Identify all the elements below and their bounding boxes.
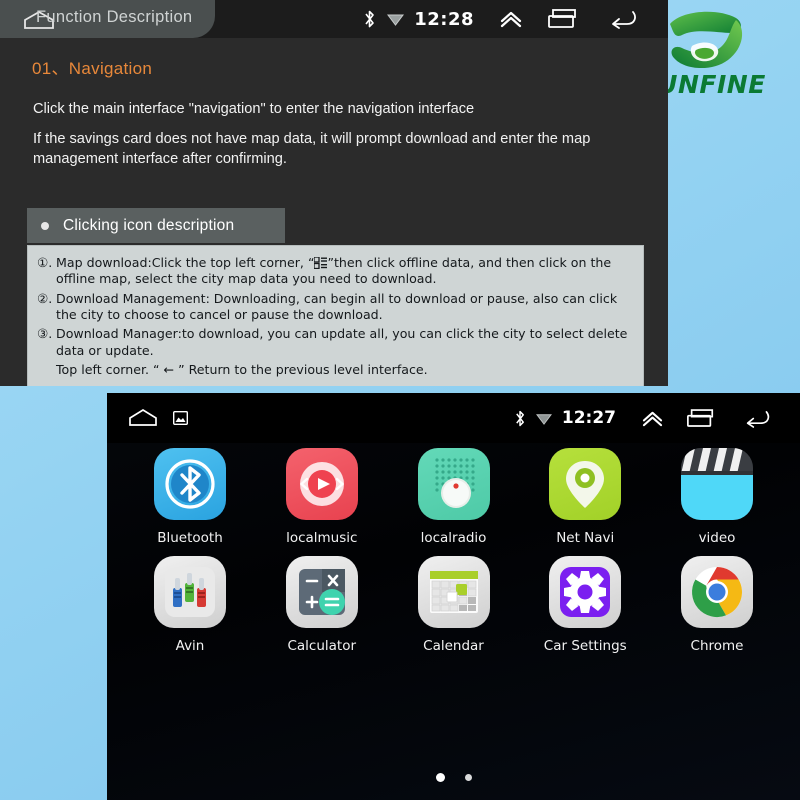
list-item-text-before: Map download:Click the top left corner, … [56,255,315,270]
screenshot-canvas: KUNFINE Function Description 12:28 01、Na… [0,0,800,800]
kunfine-swirl-logo-icon [670,11,743,69]
calendar-icon[interactable] [417,556,490,628]
list-footnote: Top left corner. “ ← ” Return to the pre… [56,362,428,378]
page-indicator [107,773,800,782]
page-dot-active[interactable] [435,773,445,782]
app-calendar[interactable]: Calendar [395,556,513,654]
doc-title-bar: Function Description 12:28 [0,0,668,38]
list-item-text: Map download:Click the top left corner, … [56,255,633,288]
bluetooth-app-icon[interactable] [154,448,226,520]
back-icon[interactable] [730,408,786,429]
app-label: Net Navi [556,530,615,546]
app-label: video [698,530,736,546]
chevron-up-icon[interactable] [632,409,672,428]
music-player-icon[interactable] [285,448,358,520]
app-label: localradio [420,530,487,546]
recents-icon[interactable] [672,408,730,429]
wifi-icon [532,411,556,426]
doc-body: 01、Navigation Click the main interface "… [0,38,668,386]
calculator-icon[interactable] [285,556,358,628]
recents-icon[interactable] [532,8,594,30]
app-label: Bluetooth [157,530,223,546]
screenshot-icon[interactable] [173,411,188,425]
list-item-text: Download Management: Downloading, can be… [56,290,618,323]
chevron-up-icon[interactable] [490,9,532,29]
status-bar-left [107,408,188,428]
bluetooth-icon [356,9,382,29]
app-label: Calculator [287,638,357,654]
map-pin-icon[interactable] [549,448,622,520]
doc-paragraph-1: Click the main interface "navigation" to… [33,101,475,117]
app-row: Bluetooth localmusic localradio Net Navi… [131,448,776,546]
app-grid: Bluetooth localmusic localradio Net Navi… [107,448,800,664]
function-description-panel: Function Description 12:28 01、Navigation… [0,0,668,386]
launcher-status-bar: 12:27 [107,393,800,443]
clicking-icon-description-header: Clicking icon description [27,208,285,243]
app-chrome[interactable]: Chrome [658,556,776,654]
radio-icon[interactable] [417,448,490,520]
list-item: ②. Download Management: Downloading, can… [37,291,633,324]
doc-status-bar: 12:28 [248,0,668,38]
list-grid-icon [313,256,328,270]
bluetooth-icon [508,409,532,428]
app-label: Chrome [690,638,744,654]
android-launcher: 12:27 Bluetooth localmusic localradio Ne… [107,393,800,800]
chrome-icon[interactable] [681,556,753,628]
page-dot-inactive[interactable] [464,774,472,781]
app-localradio[interactable]: localradio [395,448,513,546]
gear-icon[interactable] [549,556,622,628]
list-item-text: Download Manager:to download, you can up… [56,326,628,358]
app-bluetooth[interactable]: Bluetooth [131,448,249,546]
doc-paragraph-2: If the savings card does not have map da… [33,131,591,167]
instruction-list-box: ①. Map download:Click the top left corne… [27,245,644,386]
app-row: Avin Calculator Calendar Car Settings Ch… [131,556,776,654]
bullet-dot-icon [41,221,49,230]
section-heading: 01、Navigation [32,59,153,78]
clapperboard-icon[interactable] [681,448,753,520]
status-bar-right: 12:27 [508,408,800,429]
page-title: Function Description [36,8,193,26]
app-avin[interactable]: Avin [131,556,249,654]
app-video[interactable]: video [658,448,776,546]
back-icon[interactable] [594,8,654,30]
list-item: ①. Map download:Click the top left corne… [37,255,633,288]
app-car-settings[interactable]: Car Settings [526,556,644,654]
list-item: ③. Download Manager:to download, you can… [37,326,633,359]
av-input-plugs-icon[interactable] [154,556,226,628]
app-net-navi[interactable]: Net Navi [526,448,644,546]
app-calculator[interactable]: Calculator [263,556,381,654]
home-icon[interactable] [127,408,159,428]
wifi-icon [382,11,408,27]
app-label: Calendar [423,638,484,654]
list-item-number: ①. [37,255,53,270]
app-label: Avin [175,638,205,654]
app-localmusic[interactable]: localmusic [263,448,381,546]
clock: 12:27 [561,408,616,428]
subheader-label: Clicking icon description [63,216,235,234]
list-item-number: ②. [37,290,53,306]
list-item-number: ③. [37,326,53,342]
app-label: localmusic [286,530,358,546]
app-label: Car Settings [543,638,627,654]
clock: 12:28 [414,8,474,30]
